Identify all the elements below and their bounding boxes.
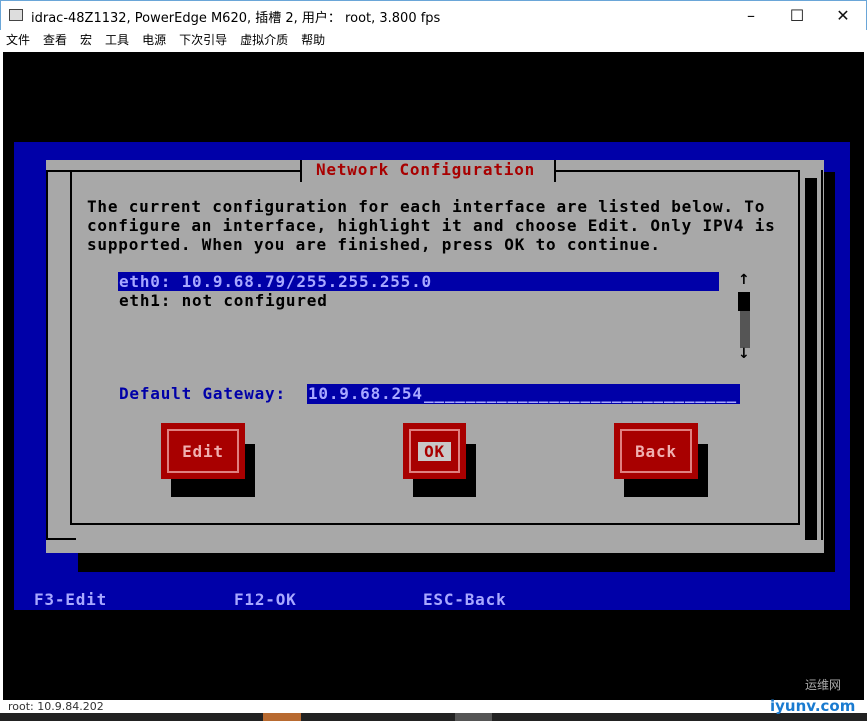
dialog-outer-border-bottom [46, 538, 76, 540]
menu-macro[interactable]: 宏 [80, 30, 92, 51]
menu-tools[interactable]: 工具 [105, 30, 129, 51]
dialog-outer-border-right [813, 170, 823, 540]
gateway-label: Default Gateway: [119, 384, 286, 403]
edit-button-label: Edit [182, 441, 224, 461]
close-button[interactable]: ✕ [820, 3, 866, 29]
back-button[interactable]: Back [614, 423, 698, 479]
interface-item-eth1[interactable]: eth1: not configured [119, 291, 328, 310]
list-scrollbar-thumb[interactable] [738, 292, 750, 311]
minimize-button[interactable]: – [728, 3, 774, 29]
menu-next-boot[interactable]: 下次引导 [179, 30, 227, 51]
menu-power[interactable]: 电源 [142, 30, 166, 51]
ok-button[interactable]: OK [403, 423, 466, 479]
footer-esc-back: ESC-Back [423, 590, 507, 609]
watermark-logo: iyunv.com [770, 697, 856, 715]
dialog-title: Network Configuration [316, 160, 536, 179]
footer-f12-ok: F12-OK [234, 590, 297, 609]
taskbar-app[interactable] [263, 713, 301, 721]
interface-item-eth0[interactable]: eth0: 10.9.68.79/255.255.255.0 [119, 272, 432, 291]
window-titlebar: idrac-48Z1132, PowerEdge M620, 插槽 2, 用户：… [0, 0, 867, 30]
ok-button-label: OK [418, 441, 451, 461]
menu-bar: 文件 查看 宏 工具 电源 下次引导 虚拟介质 帮助 [0, 30, 867, 51]
menu-virtual-media[interactable]: 虚拟介质 [240, 30, 288, 51]
dialog-description: The current configuration for each inter… [87, 197, 776, 254]
back-button-label: Back [635, 441, 677, 461]
menu-help[interactable]: 帮助 [301, 30, 325, 51]
scroll-up-icon[interactable]: ↑ [738, 272, 750, 288]
status-bar: root: 10.9.84.202 [0, 700, 867, 713]
menu-view[interactable]: 查看 [43, 30, 67, 51]
maximize-button[interactable]: ☐ [774, 3, 820, 29]
taskbar-app[interactable] [455, 713, 492, 721]
footer-f3-edit: F3-Edit [34, 590, 108, 609]
taskbar [0, 713, 867, 721]
menu-file[interactable]: 文件 [6, 30, 30, 51]
app-icon [9, 9, 23, 21]
gateway-input-value[interactable]: 10.9.68.254 [308, 384, 423, 403]
edit-button[interactable]: Edit [161, 423, 245, 479]
watermark-cn: 运维网 [805, 678, 842, 692]
scroll-down-icon[interactable]: ↓ [738, 346, 750, 362]
window-title: idrac-48Z1132, PowerEdge M620, 插槽 2, 用户：… [31, 11, 441, 26]
gateway-input-underscore: ______________________________ [424, 384, 737, 403]
